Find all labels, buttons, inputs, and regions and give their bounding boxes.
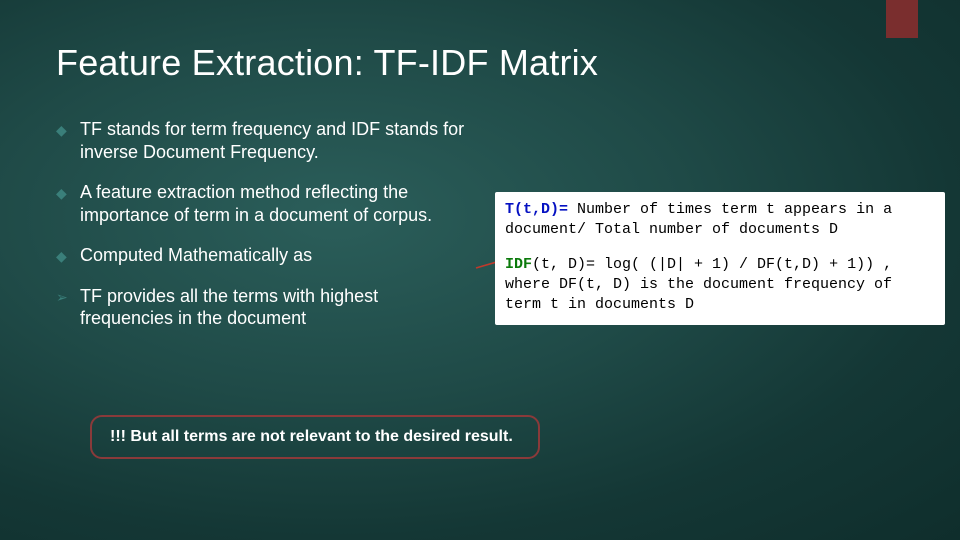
bullet-text: A feature extraction method reflecting t… — [80, 182, 432, 225]
callout-note: !!! But all terms are not relevant to th… — [90, 415, 540, 459]
bullet-item: ➢ TF provides all the terms with highest… — [56, 285, 476, 330]
tf-formula: T(t,D)= Number of times term t appears i… — [505, 200, 935, 241]
diamond-icon: ◆ — [56, 122, 67, 140]
formula-box: T(t,D)= Number of times term t appears i… — [495, 192, 945, 325]
accent-bar — [886, 0, 918, 38]
idf-label: IDF — [505, 256, 532, 273]
note-text: !!! But all terms are not relevant to th… — [110, 428, 513, 446]
bullet-item: ◆ A feature extraction method reflecting… — [56, 181, 476, 226]
idf-formula: IDF(t, D)= log( (|D| + 1) / DF(t,D) + 1)… — [505, 255, 935, 316]
diamond-icon: ◆ — [56, 185, 67, 203]
diamond-icon: ◆ — [56, 248, 67, 266]
bullet-item: ◆ Computed Mathematically as — [56, 244, 476, 267]
bullet-list: ◆ TF stands for term frequency and IDF s… — [56, 118, 476, 348]
chevron-icon: ➢ — [56, 289, 68, 307]
idf-rest: (t, D)= log( (|D| + 1) / DF(t,D) + 1)) ,… — [505, 256, 892, 314]
bullet-item: ◆ TF stands for term frequency and IDF s… — [56, 118, 476, 163]
tf-label: T(t,D)= — [505, 201, 568, 218]
bullet-text: Computed Mathematically as — [80, 245, 312, 265]
bullet-text: TF provides all the terms with highest f… — [80, 286, 378, 329]
slide-title: Feature Extraction: TF-IDF Matrix — [56, 42, 598, 84]
bullet-text: TF stands for term frequency and IDF sta… — [80, 119, 464, 162]
